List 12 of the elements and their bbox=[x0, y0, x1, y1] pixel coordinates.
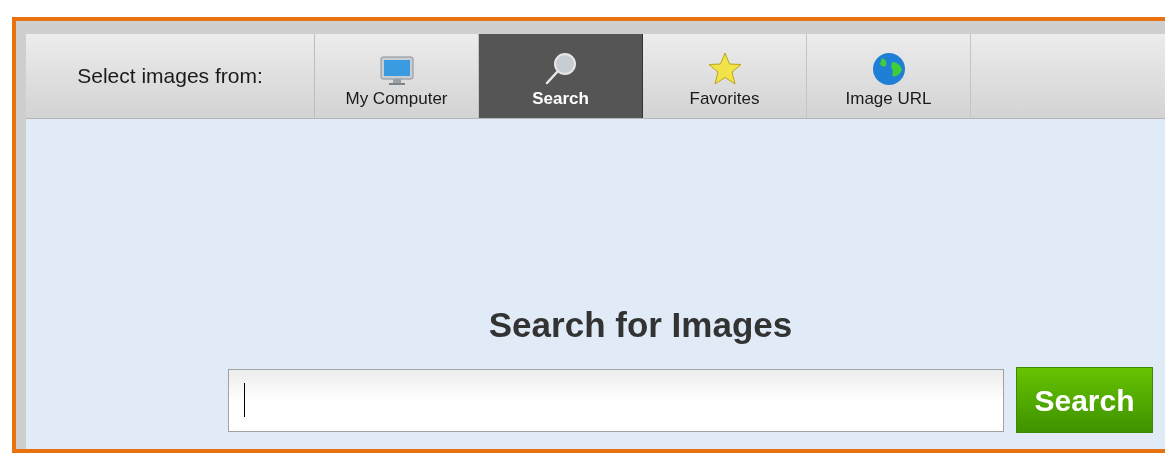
monitor-icon bbox=[379, 56, 414, 86]
source-tab[interactable]: Search bbox=[479, 34, 643, 118]
search-heading: Search for Images bbox=[488, 303, 793, 346]
toolbar-label: Select images from: bbox=[77, 63, 263, 90]
search-field[interactable] bbox=[228, 368, 1004, 432]
source-tab[interactable]: Favorites bbox=[643, 34, 807, 118]
star-icon bbox=[707, 52, 742, 86]
source-tab[interactable]: Image URL bbox=[807, 34, 971, 118]
source-tab[interactable]: My Computer bbox=[315, 34, 479, 118]
text-cursor bbox=[244, 383, 245, 417]
magnifier-icon bbox=[543, 52, 578, 86]
globe-icon bbox=[871, 52, 906, 86]
